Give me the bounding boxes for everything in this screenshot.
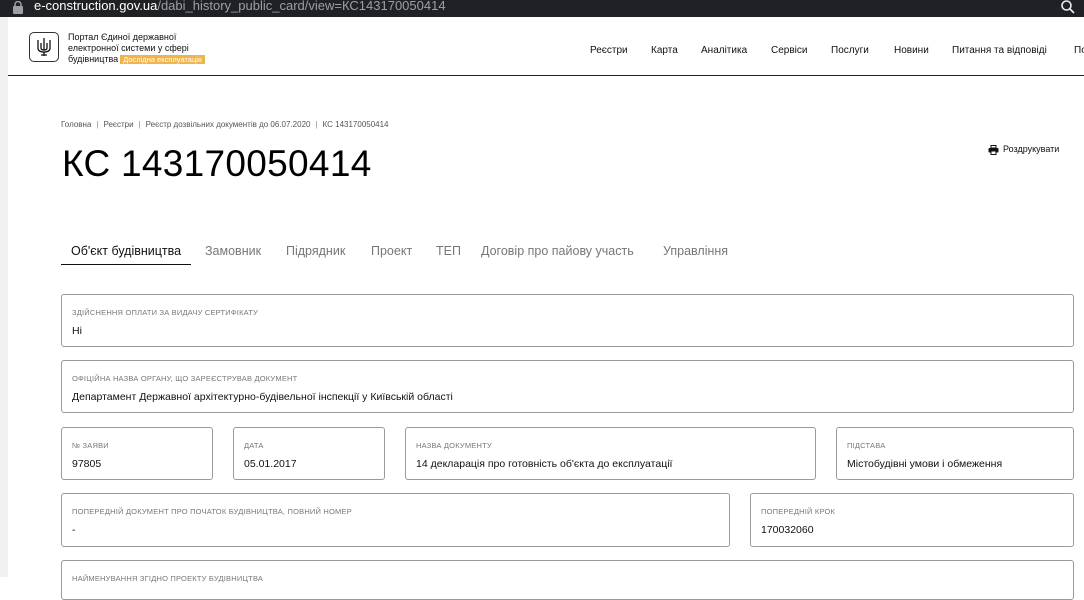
field-label: Офіційна назва органу, що зареєстрував д… [72, 374, 298, 383]
field-label: Назва документу [416, 441, 492, 450]
tab-contractor[interactable]: Підрядник [286, 244, 345, 264]
url-text[interactable]: e-construction.gov.ua/dabi_history_publi… [34, 0, 446, 14]
tab-project[interactable]: Проект [371, 244, 412, 264]
page-title: КС 143170050414 [62, 143, 372, 184]
nav-map[interactable]: Карта [651, 45, 678, 56]
field-authority: Офіційна назва органу, що зареєстрував д… [61, 360, 1074, 413]
field-label: Попередній крок [761, 507, 836, 516]
field-label: Найменування згідно проекту будівництва [72, 574, 264, 583]
field-label: № заяви [72, 441, 109, 450]
field-date: Дата 05.01.2017 [233, 427, 385, 480]
print-label: Роздрукувати [1003, 144, 1060, 154]
breadcrumb-separator: | [138, 120, 141, 129]
breadcrumb-current: КС 143170050414 [322, 120, 389, 129]
print-button[interactable]: Роздрукувати [988, 144, 1059, 155]
nav-faq[interactable]: Питання та відповіді [952, 45, 1047, 56]
field-previous-document: Попередній документ про початок будівниц… [61, 493, 730, 547]
portal-line-1: Портал Єдиної державної [68, 32, 177, 42]
beta-badge: Дослідна експлуатація [120, 55, 205, 64]
browser-address-bar[interactable]: e-construction.gov.ua/dabi_history_publi… [0, 0, 1084, 17]
breadcrumb-separator: | [315, 120, 318, 129]
trident-icon [37, 38, 51, 56]
site-header: Портал Єдиної державної електронної сист… [8, 17, 1084, 76]
field-value: - [72, 524, 76, 536]
breadcrumb-registries[interactable]: Реєстри [103, 120, 133, 129]
nav-public-services[interactable]: Послуги [831, 45, 869, 56]
field-value: 14 декларація про готовність об'єкта до … [416, 458, 673, 470]
field-value: Департамент Державної архітектурно-будів… [72, 391, 453, 403]
field-label: Підстава [847, 441, 886, 450]
url-path: /dabi_history_public_card/view=КС1431700… [157, 0, 446, 13]
tab-customer[interactable]: Замовник [205, 244, 261, 264]
field-value: Ні [72, 325, 82, 337]
tab-equity-agreement[interactable]: Договір про пайову участь [481, 244, 634, 264]
tab-management[interactable]: Управління [663, 244, 728, 264]
nav-services[interactable]: Сервіси [771, 45, 807, 56]
field-basis: Підстава Містобудівні умови і обмеження [836, 427, 1074, 480]
page-gutter [0, 17, 8, 577]
field-label: Здійснення оплати за видачу сертифікату [72, 308, 258, 317]
url-domain: e-construction.gov.ua [34, 0, 158, 13]
field-application-number: № заяви 97805 [61, 427, 213, 480]
field-payment: Здійснення оплати за видачу сертифікату … [61, 294, 1074, 347]
nav-more[interactable]: По [1074, 45, 1084, 56]
site-logo[interactable] [29, 32, 59, 62]
printer-icon [988, 144, 999, 155]
field-document-name: Назва документу 14 декларація про готовн… [405, 427, 816, 480]
field-previous-step: Попередній крок 170032060 [750, 493, 1074, 547]
nav-news[interactable]: Новини [894, 45, 929, 56]
zoom-icon[interactable] [1060, 0, 1076, 15]
breadcrumb: Головна | Реєстри | Реєстр дозвільних докуме… [61, 120, 389, 129]
field-label: Дата [244, 441, 264, 450]
breadcrumb-separator: | [96, 120, 99, 129]
portal-line-2: електронної системи у сфері [68, 43, 189, 53]
breadcrumb-home[interactable]: Головна [61, 120, 91, 129]
field-project-name: Найменування згідно проекту будівництва [61, 560, 1074, 600]
field-value: 170032060 [761, 524, 814, 536]
field-value: Містобудівні умови і обмеження [847, 458, 1003, 470]
portal-line-3: будівництва [68, 54, 119, 64]
tab-construction-object[interactable]: Об'єкт будівництва [61, 244, 192, 265]
field-value: 05.01.2017 [244, 458, 297, 470]
field-label: Попередній документ про початок будівниц… [72, 507, 352, 516]
nav-analytics[interactable]: Аналітика [701, 45, 747, 56]
field-value: 97805 [72, 458, 102, 470]
tab-tep[interactable]: ТЕП [436, 244, 461, 264]
portal-title: Портал Єдиної державної електронної сист… [68, 32, 238, 65]
breadcrumb-permit-registry[interactable]: Реєстр дозвільних документів до 06.07.20… [146, 120, 311, 129]
lock-icon [13, 1, 23, 14]
nav-registries[interactable]: Реєстри [590, 45, 628, 56]
